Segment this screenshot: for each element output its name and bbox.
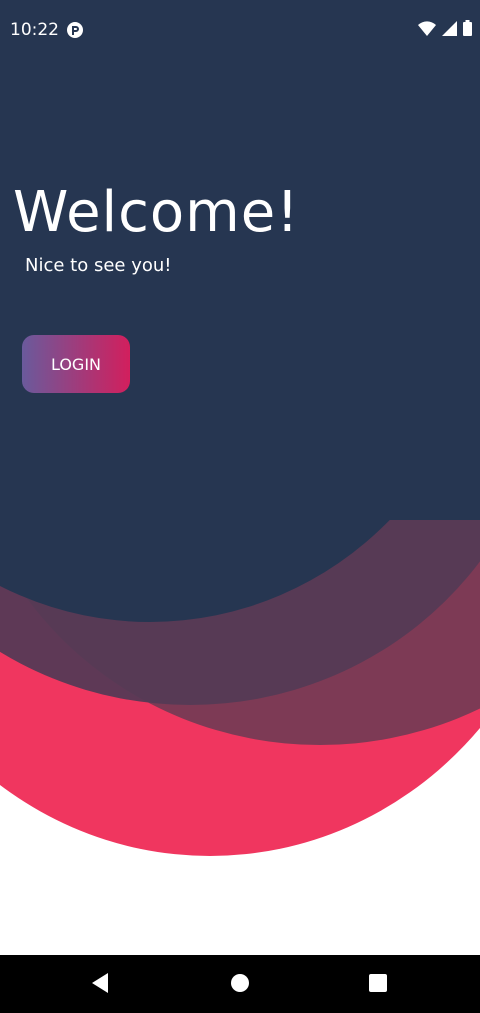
wifi-icon [418,20,436,40]
navigation-bar [0,955,480,1013]
app-notification-icon [66,21,84,43]
battery-icon [463,20,472,40]
cellular-signal-icon [442,20,457,40]
status-bar: 10:22 [0,0,480,60]
welcome-subtitle: Nice to see you! [25,255,172,276]
back-icon[interactable] [90,972,110,998]
home-icon[interactable] [230,972,250,998]
background-artwork [0,0,480,955]
recents-icon[interactable] [368,972,388,998]
login-button[interactable]: LOGIN [22,335,130,393]
welcome-title: Welcome! [13,180,300,245]
status-time: 10:22 [10,20,59,40]
